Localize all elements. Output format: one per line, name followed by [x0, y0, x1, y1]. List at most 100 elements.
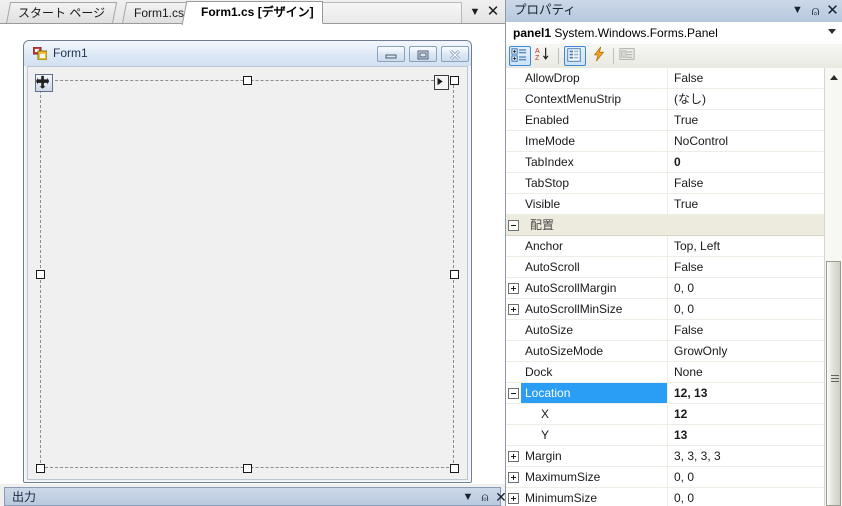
property-name: TabStop — [525, 176, 570, 190]
property-value[interactable]: 13 — [674, 427, 687, 444]
form-designer-canvas[interactable]: Form1 — [0, 24, 506, 484]
property-pages-icon[interactable] — [618, 46, 640, 66]
move-grip-icon[interactable] — [35, 74, 53, 92]
pin-icon[interactable]: ⍝ — [807, 2, 824, 19]
form-title-label: Form1 — [53, 46, 88, 60]
property-row[interactable]: Dock None — [506, 362, 827, 383]
alphabetical-sort-icon[interactable]: A Z — [534, 46, 556, 66]
close-icon[interactable] — [441, 46, 469, 62]
properties-list-icon[interactable] — [564, 46, 586, 66]
property-value[interactable]: False — [674, 175, 703, 192]
property-row[interactable]: AutoScroll False — [506, 257, 827, 278]
lightning-bolt-icon[interactable] — [590, 46, 612, 66]
property-row[interactable]: TabStop False — [506, 173, 827, 194]
property-row[interactable]: Anchor Top, Left — [506, 236, 827, 257]
property-value[interactable]: None — [674, 364, 703, 381]
property-column-divider — [667, 131, 668, 151]
property-value[interactable]: Top, Left — [674, 238, 720, 255]
property-row[interactable]: Location 12, 13 — [506, 383, 827, 404]
property-row[interactable]: AutoScrollMinSize 0, 0 — [506, 299, 827, 320]
expand-icon[interactable] — [508, 451, 519, 462]
expand-icon[interactable] — [508, 283, 519, 294]
property-name: AutoScrollMargin — [525, 281, 617, 295]
expand-icon[interactable] — [508, 304, 519, 315]
object-selector-combobox[interactable]: panel1 System.Windows.Forms.Panel — [506, 22, 842, 45]
property-value[interactable]: GrowOnly — [674, 343, 727, 360]
property-name: ContextMenuStrip — [525, 92, 622, 106]
property-name: X — [541, 407, 550, 421]
minimize-icon[interactable] — [377, 46, 405, 62]
resize-handle-bottom-left[interactable] — [36, 464, 45, 473]
property-value[interactable]: (なし) — [674, 91, 706, 108]
close-icon[interactable]: ✕ — [484, 3, 502, 21]
property-value[interactable]: 0, 0 — [674, 490, 694, 506]
property-row[interactable]: MinimumSize 0, 0 — [506, 488, 827, 506]
scrollbar-thumb[interactable] — [826, 261, 841, 506]
categorized-icon[interactable] — [509, 46, 531, 66]
resize-handle-bottom-right[interactable] — [450, 464, 459, 473]
property-row[interactable]: ImeMode NoControl — [506, 131, 827, 152]
tab-start-page[interactable]: スタート ページ — [5, 2, 118, 24]
expand-icon[interactable] — [508, 472, 519, 483]
property-column-divider — [667, 110, 668, 130]
chevron-down-icon[interactable]: ▼ — [466, 3, 484, 21]
property-grid[interactable]: AllowDrop False ContextMenuStrip (なし) Enable… — [506, 68, 842, 506]
property-row[interactable]: TabIndex 0 — [506, 152, 827, 173]
property-grid-scrollbar[interactable] — [824, 68, 842, 506]
property-row[interactable]: Visible True — [506, 194, 827, 215]
tab-form1-cs-design-label: Form1.cs [デザイン] — [201, 5, 314, 19]
chevron-down-icon[interactable]: ▼ — [789, 2, 806, 19]
expand-icon[interactable] — [508, 493, 519, 504]
chevron-down-icon[interactable]: ▼ — [460, 489, 476, 505]
collapse-icon[interactable] — [508, 220, 519, 231]
property-value[interactable]: 0 — [674, 154, 681, 171]
resize-handle-top-center[interactable] — [243, 76, 252, 85]
property-row[interactable]: AutoSizeMode GrowOnly — [506, 341, 827, 362]
property-column-divider — [667, 341, 668, 361]
resize-handle-middle-right[interactable] — [450, 270, 459, 279]
smart-tag-icon[interactable] — [434, 75, 449, 90]
tab-start-page-label: スタート ページ — [18, 6, 106, 20]
collapse-icon[interactable] — [508, 388, 519, 399]
resize-handle-middle-left[interactable] — [36, 270, 45, 279]
property-row[interactable]: Enabled True — [506, 110, 827, 131]
property-value[interactable]: 0, 0 — [674, 280, 694, 297]
property-value[interactable]: 12 — [674, 406, 687, 423]
property-name: MaximumSize — [525, 470, 601, 484]
property-value[interactable]: 12, 13 — [674, 385, 707, 402]
property-row[interactable]: AutoSize False — [506, 320, 827, 341]
property-value[interactable]: 0, 0 — [674, 301, 694, 318]
output-pane-title: 出力 — [12, 490, 37, 504]
resize-handle-bottom-center[interactable] — [243, 464, 252, 473]
property-value[interactable]: False — [674, 70, 703, 87]
property-row[interactable]: AutoScrollMargin 0, 0 — [506, 278, 827, 299]
chevron-down-icon[interactable] — [828, 29, 836, 34]
property-column-divider — [667, 278, 668, 298]
maximize-icon[interactable] — [409, 46, 437, 62]
property-row[interactable]: X 12 — [506, 404, 827, 425]
form-client-area[interactable] — [27, 66, 468, 480]
property-name: Margin — [525, 449, 562, 463]
scroll-up-icon[interactable] — [825, 68, 841, 85]
property-row[interactable]: Y 13 — [506, 425, 827, 446]
form-design-surface[interactable]: Form1 — [23, 40, 472, 483]
property-value[interactable]: True — [674, 112, 698, 129]
object-selector-value: panel1 System.Windows.Forms.Panel — [513, 25, 718, 42]
output-pane-header[interactable]: 出力 ▼ ⍝ ✕ — [4, 487, 507, 506]
property-row[interactable]: ContextMenuStrip (なし) — [506, 89, 827, 110]
property-value[interactable]: 0, 0 — [674, 469, 694, 486]
property-value[interactable]: NoControl — [674, 133, 728, 150]
pin-icon[interactable]: ⍝ — [477, 489, 493, 505]
property-row[interactable]: MaximumSize 0, 0 — [506, 467, 827, 488]
property-row[interactable]: Margin 3, 3, 3, 3 — [506, 446, 827, 467]
selected-control-panel1[interactable] — [35, 74, 459, 473]
property-value[interactable]: 3, 3, 3, 3 — [674, 448, 721, 465]
tab-form1-cs-design[interactable]: Form1.cs [デザイン] — [181, 1, 323, 25]
property-row[interactable]: 配置 — [506, 215, 827, 236]
resize-handle-top-right[interactable] — [450, 76, 459, 85]
property-value[interactable]: False — [674, 259, 703, 276]
property-value[interactable]: True — [674, 196, 698, 213]
close-icon[interactable]: ✕ — [824, 2, 841, 19]
property-row[interactable]: AllowDrop False — [506, 68, 827, 89]
property-value[interactable]: False — [674, 322, 703, 339]
